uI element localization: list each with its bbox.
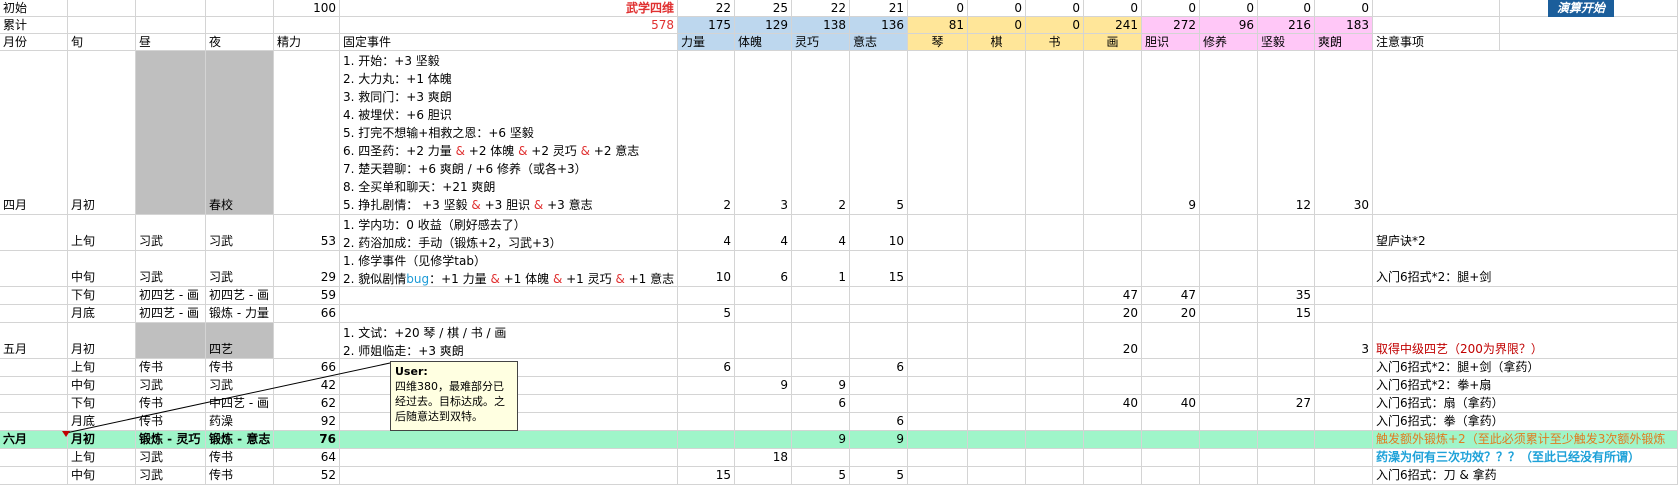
comment-text: 四维380，最难部分已经过去。目标达成。之后随意达到双特。 — [395, 380, 505, 423]
comment-connector — [65, 362, 391, 434]
cell-comment-box: User: 四维380，最难部分已经过去。目标达成。之后随意达到双特。 — [390, 361, 518, 431]
comment-author: User: — [395, 365, 428, 378]
comment-arrow-line — [65, 362, 391, 434]
calculate-start-button[interactable]: 演算开始 — [1548, 0, 1614, 17]
comment-marker — [62, 431, 70, 437]
